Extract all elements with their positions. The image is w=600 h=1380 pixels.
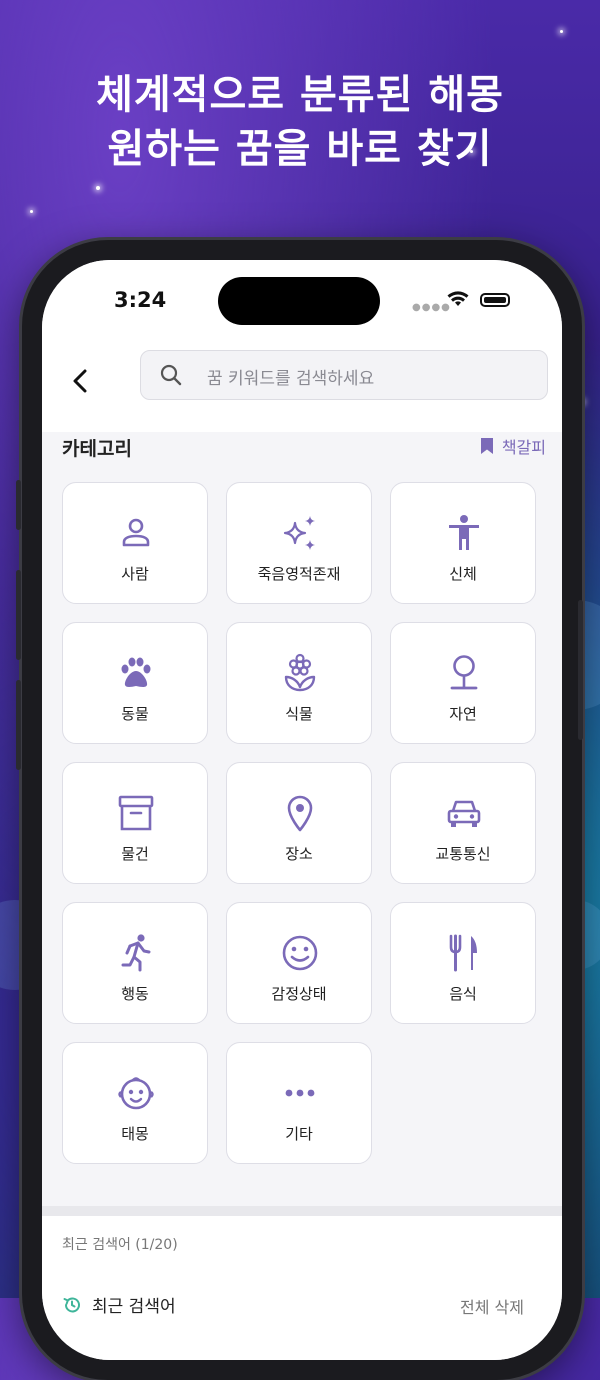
category-card-place[interactable]: 장소: [226, 762, 372, 884]
flower-icon: [284, 653, 316, 692]
tree-icon: [450, 655, 478, 690]
phone-side-button: [578, 600, 583, 740]
category-label: 장소: [285, 845, 313, 863]
paw-icon: [121, 657, 151, 687]
baby-face-icon: [118, 1077, 154, 1110]
category-label: 물건: [121, 845, 149, 863]
category-label: 식물: [285, 705, 313, 723]
bookmark-icon: [480, 438, 493, 454]
box-icon: [118, 795, 154, 831]
headline-line-2: 원하는 꿈을 바로 찾기: [107, 126, 493, 172]
category-card-object[interactable]: 물건: [62, 762, 208, 884]
wifi-icon: [447, 291, 469, 306]
category-label: 죽음영적존재: [257, 565, 341, 583]
category-card-emotion[interactable]: 감정상태: [226, 902, 372, 1024]
category-label: 사람: [121, 565, 149, 583]
phone-side-button: [16, 570, 21, 660]
category-label: 교통통신: [435, 845, 491, 863]
category-card-body[interactable]: 신체: [390, 482, 536, 604]
app-screen: 3:24 ●●●● 꿈 키워드를 검색하세요 카테고리 책갈피 사람 죽음영적존…: [42, 260, 562, 1360]
promo-headline: 체계적으로 분류된 해몽 원하는 꿈을 바로 찾기: [0, 68, 600, 176]
bookmark-button[interactable]: 책갈피: [480, 434, 546, 458]
category-card-conception-dream[interactable]: 태몽: [62, 1042, 208, 1164]
category-card-spirit[interactable]: 죽음영적존재: [226, 482, 372, 604]
fork-knife-icon: [449, 934, 477, 972]
recent-search-title: 최근 검색어: [92, 1297, 176, 1317]
category-label: 자연: [449, 705, 477, 723]
status-time: 3:24: [114, 288, 167, 312]
search-icon: [160, 364, 182, 386]
star-sparkle: [560, 30, 563, 33]
battery-icon: [480, 293, 510, 307]
category-label: 동물: [121, 705, 149, 723]
search-input[interactable]: 꿈 키워드를 검색하세요: [140, 350, 548, 400]
category-label: 감정상태: [271, 985, 327, 1003]
location-pin-icon: [287, 795, 313, 832]
recent-search-section: 최근 검색어 (1/20) 최근 검색어 전체 삭제: [42, 1216, 562, 1360]
category-card-food[interactable]: 음식: [390, 902, 536, 1024]
category-card-plant[interactable]: 식물: [226, 622, 372, 744]
category-label: 신체: [449, 565, 477, 583]
category-card-nature[interactable]: 자연: [390, 622, 536, 744]
person-icon: [122, 518, 150, 547]
star-sparkle: [30, 210, 33, 213]
category-card-action[interactable]: 행동: [62, 902, 208, 1024]
smile-icon: [282, 935, 318, 971]
dynamic-island: [218, 277, 380, 325]
more-dots-icon: [285, 1089, 315, 1097]
headline-line-1: 체계적으로 분류된 해몽: [96, 72, 504, 118]
body-icon: [449, 515, 479, 550]
search-header: 꿈 키워드를 검색하세요: [42, 340, 562, 432]
category-card-transport[interactable]: 교통통신: [390, 762, 536, 884]
category-label: 음식: [449, 985, 477, 1003]
category-label: 태몽: [121, 1125, 149, 1143]
search-placeholder: 꿈 키워드를 검색하세요: [207, 369, 375, 389]
category-label: 행동: [121, 985, 149, 1003]
chevron-left-icon[interactable]: [66, 366, 96, 396]
car-icon: [447, 800, 481, 827]
phone-frame: 3:24 ●●●● 꿈 키워드를 검색하세요 카테고리 책갈피 사람 죽음영적존…: [16, 240, 583, 1380]
phone-side-button: [16, 480, 21, 530]
bookmark-label: 책갈피: [501, 438, 546, 457]
category-card-animal[interactable]: 동물: [62, 622, 208, 744]
star-sparkle: [96, 186, 100, 190]
category-label: 기타: [285, 1125, 313, 1143]
sparkles-icon: [283, 516, 315, 550]
running-icon: [121, 934, 151, 972]
recent-search-count: 최근 검색어 (1/20): [62, 1237, 178, 1253]
recent-search-header: 최근 검색어: [62, 1292, 176, 1317]
category-card-etc[interactable]: 기타: [226, 1042, 372, 1164]
section-divider: [42, 1206, 562, 1216]
category-card-person[interactable]: 사람: [62, 482, 208, 604]
phone-side-button: [16, 680, 21, 770]
category-title: 카테고리: [62, 438, 132, 460]
